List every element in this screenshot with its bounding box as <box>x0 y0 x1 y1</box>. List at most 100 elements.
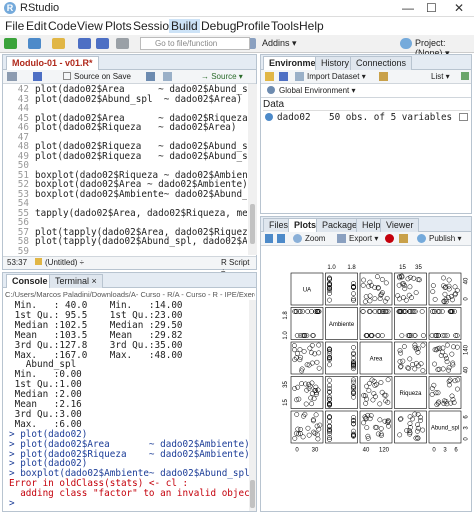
global-environment-dropdown[interactable]: Global Environment ▾ <box>279 86 356 95</box>
console-line: > <box>9 498 15 509</box>
load-workspace-icon[interactable] <box>265 72 274 81</box>
tick-label: 0 <box>464 437 470 441</box>
zoom-icon[interactable] <box>293 234 302 243</box>
maximize-button[interactable]: ☐ <box>426 1 437 15</box>
tick-label: 30 <box>312 448 319 454</box>
tick-label: 120 <box>379 448 390 454</box>
menu-bar: File Edit Code View Plots Session Build … <box>0 17 474 35</box>
minimize-button[interactable]: — <box>402 1 414 15</box>
menu-plots[interactable]: Plots <box>105 19 132 33</box>
variable-label: Abund_spl <box>431 426 459 432</box>
line-number: 59 <box>17 245 29 256</box>
menu-debug[interactable]: Debug <box>201 19 236 33</box>
menu-file[interactable]: File <box>5 19 24 33</box>
plots-pane: Files Plots Packages Help Viewer Zoom Ex… <box>260 216 472 512</box>
export-icon[interactable] <box>337 234 346 243</box>
save-all-icon[interactable] <box>96 38 109 49</box>
tab-console[interactable]: Console <box>6 274 54 288</box>
publish-button[interactable]: Publish ▾ <box>429 234 461 243</box>
zoom-button[interactable]: Zoom <box>305 234 325 243</box>
previous-plot-icon[interactable] <box>265 234 273 243</box>
tick-label: 35 <box>415 265 422 271</box>
menu-view[interactable]: View <box>77 19 103 33</box>
tick-label: 40 <box>464 366 470 373</box>
refresh-icon[interactable] <box>461 72 469 80</box>
save-icon[interactable] <box>78 38 91 49</box>
code-line[interactable]: plot(dado02$Abund_spl ~ dado02$Area) <box>35 94 242 105</box>
console-line: adding class "factor" to an invalid obje… <box>9 488 249 500</box>
project-icon <box>400 38 412 49</box>
tick-label: 0 <box>464 297 470 301</box>
list-view-button[interactable]: List ▾ <box>431 72 450 81</box>
save-workspace-icon[interactable] <box>279 72 288 81</box>
variable-label: UA <box>303 288 311 294</box>
tick-label: 40 <box>464 277 470 284</box>
editor-tab[interactable]: Modulo-01 - v01.R* <box>6 56 99 70</box>
console-output[interactable]: Min. : 40.0 Min. :14.00 1st Qu.: 95.5 1s… <box>3 300 249 511</box>
compile-report-icon[interactable] <box>163 72 172 81</box>
cursor-position: 53:37 <box>7 258 28 267</box>
tab-terminal[interactable]: Terminal × <box>49 274 103 288</box>
remove-plot-icon[interactable] <box>385 234 394 243</box>
new-project-icon[interactable] <box>28 38 41 49</box>
expand-icon[interactable] <box>265 113 273 121</box>
menu-profile[interactable]: Profile <box>236 19 270 33</box>
close-button[interactable]: ✕ <box>454 1 464 15</box>
scope-selector[interactable]: (Untitled) ÷ <box>45 258 84 267</box>
save-icon[interactable] <box>33 72 42 81</box>
editor-status-bar: 53:37 (Untitled) ÷ R Script ÷ <box>3 256 256 276</box>
tick-label: 1.8 <box>283 311 289 320</box>
source-on-save-label: Source on Save <box>74 72 131 81</box>
pairs-plot: UA Ambiente Area Riqueza Abund_spl 1.0 1.8 15 35… <box>283 265 470 454</box>
clear-plots-broom-icon[interactable] <box>399 234 408 243</box>
code-editor[interactable]: 42 plot(dado02$Area ~ dado02$Abund_spl 43 p… <box>3 84 247 255</box>
env-row[interactable]: dado02 50 obs. of 5 variables <box>263 112 470 124</box>
import-dataset-button[interactable]: Import Dataset ▾ <box>307 72 366 81</box>
console-scrollbar[interactable] <box>249 300 256 511</box>
tab-connections[interactable]: Connections <box>350 56 413 70</box>
tab-history[interactable]: History <box>315 56 356 70</box>
variable-label: Area <box>370 357 383 363</box>
clear-broom-icon[interactable] <box>379 72 388 81</box>
next-plot-icon[interactable] <box>277 234 285 243</box>
code-line[interactable]: plot(dado02$Riqueza ~ dado02$Area) <box>35 122 237 133</box>
scope-icon <box>35 258 42 265</box>
export-button[interactable]: Export ▾ <box>349 234 378 243</box>
addins-button[interactable]: Addins ▾ <box>262 38 297 49</box>
tick-label: 40 <box>363 448 370 454</box>
code-line[interactable]: plot(dado02$Riqueza ~ dado02$Abund_sp <box>35 151 247 162</box>
tick-label: 1.0 <box>327 265 336 271</box>
env-row-name: dado02 <box>277 112 311 123</box>
scope-icon <box>267 86 275 94</box>
rstudio-logo-icon: R <box>4 2 16 14</box>
editor-scrollbar[interactable] <box>248 84 257 255</box>
variable-label: Ambiente <box>329 322 355 328</box>
menu-help[interactable]: Help <box>299 19 324 33</box>
new-file-icon[interactable] <box>4 38 17 49</box>
tick-label: 15 <box>399 265 406 271</box>
code-line[interactable]: tapply(dado02$Area, dado02$Riqueza, mea <box>35 208 247 219</box>
menu-build[interactable]: Build <box>169 19 200 33</box>
code-line[interactable]: boxplot(dado02$Ambiente~ dado02$Abund_s <box>35 189 247 200</box>
menu-edit[interactable]: Edit <box>26 19 47 33</box>
go-to-file-input[interactable]: Go to file/function <box>140 37 250 50</box>
print-icon[interactable] <box>116 38 129 49</box>
open-file-icon[interactable] <box>52 38 65 49</box>
code-line[interactable]: plot(tapply(dado02$Abund_spl, dado02$Am <box>35 236 247 247</box>
editor-toolbar: Source on Save → Source ▾ <box>3 70 256 84</box>
panel-Riqueza-Ambiente <box>325 376 358 409</box>
back-icon[interactable] <box>7 72 17 81</box>
tick-label: 35 <box>283 381 289 388</box>
environment-pane: Environment History Connections Import D… <box>260 54 472 214</box>
tick-label: 140 <box>464 344 470 355</box>
source-on-save-checkbox[interactable] <box>63 72 71 80</box>
source-button[interactable]: → Source ▾ <box>201 72 243 81</box>
tab-viewer[interactable]: Viewer <box>380 218 420 232</box>
menu-code[interactable]: Code <box>48 19 77 33</box>
view-table-icon[interactable] <box>459 113 468 121</box>
code-tools-icon[interactable] <box>146 72 155 81</box>
tick-label: 6 <box>464 415 470 419</box>
publish-icon[interactable] <box>417 234 426 243</box>
import-icon <box>295 72 304 81</box>
menu-tools[interactable]: Tools <box>271 19 299 33</box>
